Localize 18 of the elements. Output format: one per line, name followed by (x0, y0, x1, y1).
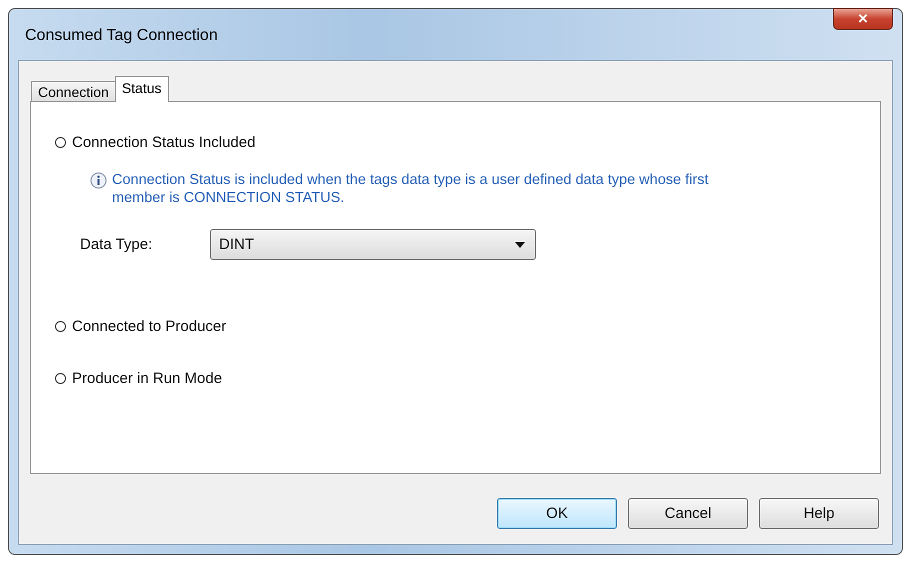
data-type-dropdown[interactable]: DINT (210, 229, 536, 260)
info-icon (90, 172, 107, 189)
radio-button[interactable] (55, 320, 66, 332)
caret-icon (515, 242, 525, 248)
dialog-button[interactable]: Cancel (628, 498, 748, 529)
dialog-button[interactable]: Help (759, 498, 879, 529)
tab[interactable]: Status (114, 76, 169, 102)
tab[interactable]: Connection (31, 81, 116, 101)
radio-button[interactable] (55, 372, 66, 384)
radio-button[interactable] (55, 136, 66, 148)
dialog-button[interactable]: OK (497, 498, 617, 529)
radio-label: Producer in Run Mode (72, 370, 222, 386)
window-title: Consumed Tag Connection (25, 26, 218, 44)
radio-label: Connected to Producer (72, 318, 226, 334)
field-label: Data Type: (80, 236, 154, 253)
radio-label: Connection Status Included (72, 134, 256, 150)
close-button[interactable]: × (833, 8, 893, 30)
info-text: Connection Status is included when the tags data type is a user defined data type whose first member is CONNECTION STATUS. (112, 171, 710, 207)
